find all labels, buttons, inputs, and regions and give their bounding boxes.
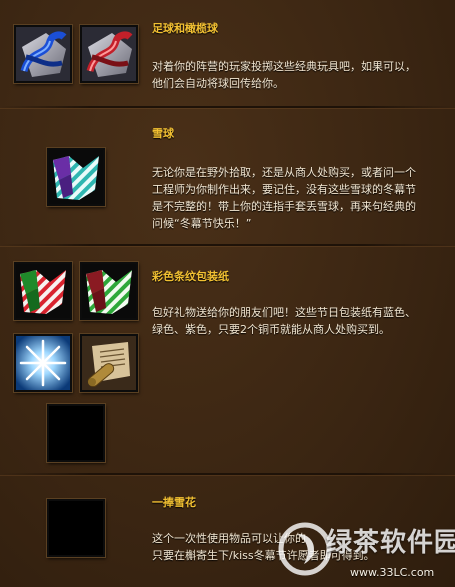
blue-ribbon-ball-icon[interactable] xyxy=(14,25,72,83)
section-title-football: 足球和橄榄球 xyxy=(152,22,218,35)
blank-slot-icon[interactable] xyxy=(47,404,105,462)
watermark: 绿茶软件园 www.33LC.com xyxy=(272,518,455,587)
red-striped-wrap-icon[interactable] xyxy=(14,262,72,320)
section-desc-wrapping-paper: 包好礼物送给你的朋友们吧！这些节日包装纸有蓝色、 绿色、紫色，只要2个铜币就能从… xyxy=(152,306,416,336)
blank-slot-icon[interactable] xyxy=(47,499,105,557)
section-title-snowflakes: 一捧雪花 xyxy=(152,496,196,509)
teal-striped-wrap-icon[interactable] xyxy=(47,148,105,206)
green-striped-wrap-icon[interactable] xyxy=(80,262,138,320)
snowflake-burst-icon[interactable] xyxy=(14,334,72,392)
divider xyxy=(0,244,455,246)
section-desc-snowball: 无论你是在野外拾取，还是从商人处购买，或者问一个 工程师为你制作出来，要记住，没… xyxy=(152,166,416,230)
watermark-brand: 绿茶软件园 xyxy=(326,528,455,558)
section-desc-football: 对着你的阵营的玩家投掷这些经典玩具吧，如果可以， 他们会自动将球回传给你。 xyxy=(152,60,416,90)
divider xyxy=(0,106,455,108)
red-ribbon-ball-icon[interactable] xyxy=(80,25,138,83)
section-title-wrapping-paper: 彩色条纹包装纸 xyxy=(152,270,229,283)
watermark-url: www.33LC.com xyxy=(350,566,435,579)
section-title-snowball: 雪球 xyxy=(152,127,174,140)
divider xyxy=(0,473,455,475)
scroll-icon[interactable] xyxy=(80,334,138,392)
tooltip-panel: 足球和橄榄球 对着你的阵营的玩家投掷这些经典玩具吧，如果可以， 他们会自动将球回… xyxy=(0,0,455,587)
